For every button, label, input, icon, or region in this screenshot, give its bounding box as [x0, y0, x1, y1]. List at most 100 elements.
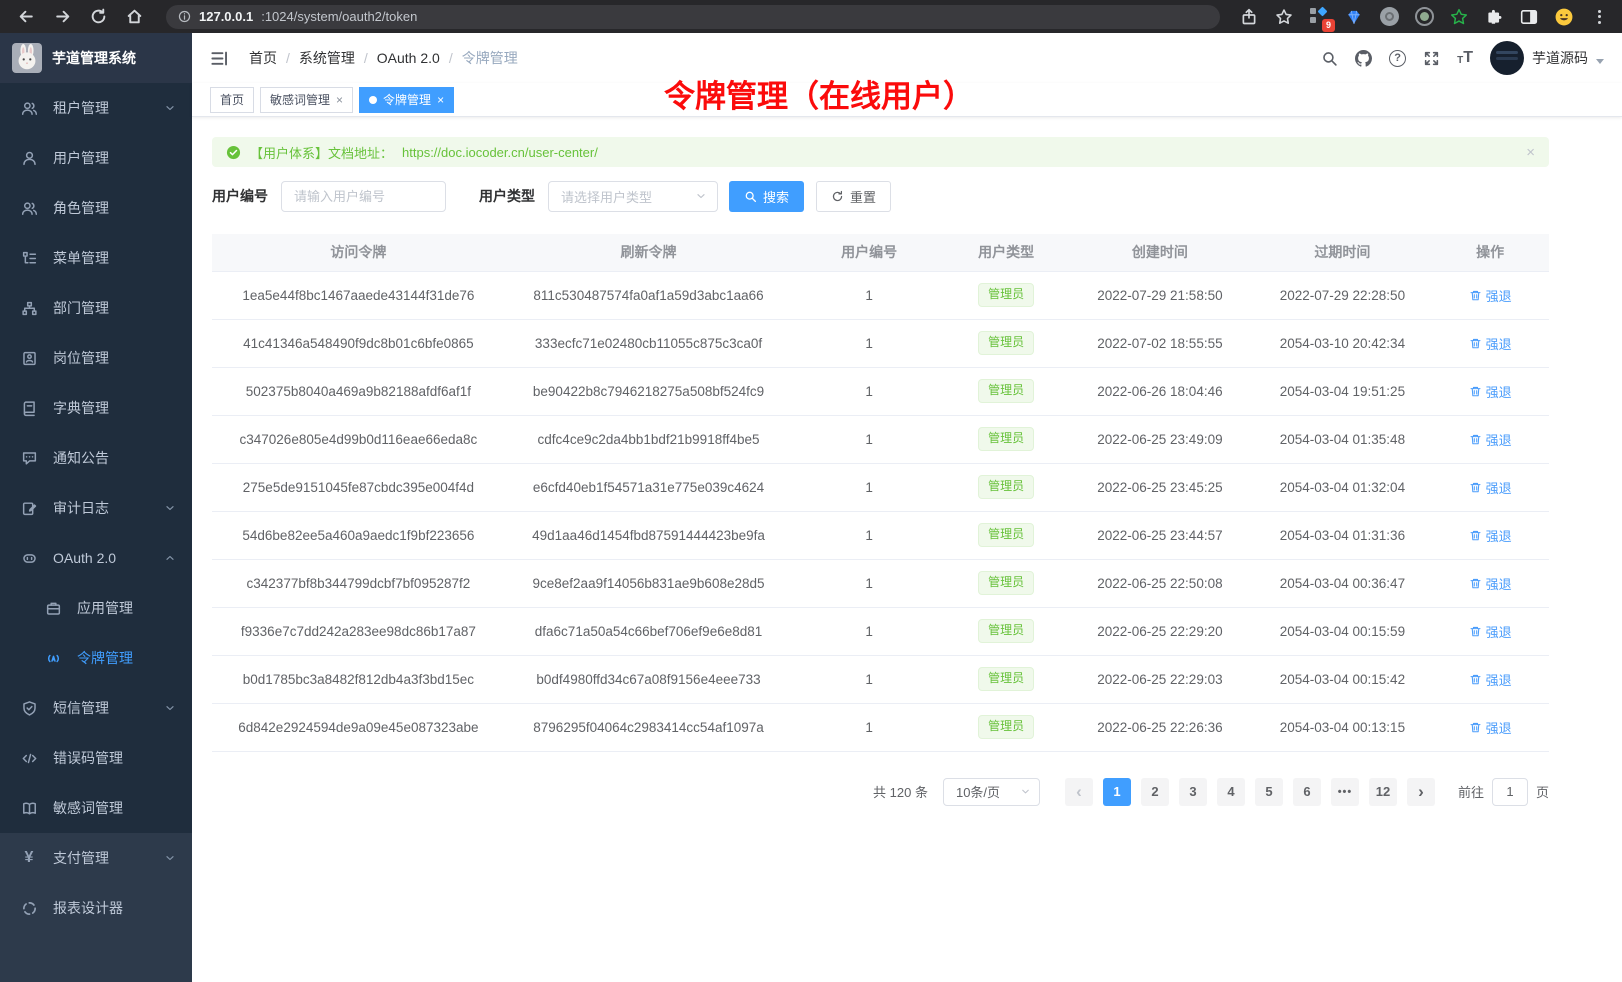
- sidebar-item-oauth[interactable]: OAuth 2.0: [0, 533, 192, 583]
- back-icon[interactable]: [12, 3, 40, 31]
- sidebar-item-tenant[interactable]: 租户管理: [0, 83, 192, 133]
- record-extension-icon[interactable]: [1413, 6, 1435, 28]
- extensions-puzzle-icon[interactable]: [1483, 6, 1505, 28]
- force-logout-button[interactable]: 强退: [1469, 622, 1512, 641]
- side-panel-icon[interactable]: [1518, 6, 1540, 28]
- force-logout-button[interactable]: 强退: [1469, 574, 1512, 593]
- refresh-token-cell: b0df4980ffd34c67a08f9156e4eee733: [505, 655, 792, 703]
- font-size-icon[interactable]: TT: [1457, 50, 1473, 66]
- page-button-1[interactable]: 1: [1103, 778, 1131, 806]
- tag-sensitive[interactable]: 敏感词管理×: [260, 87, 353, 113]
- page-content: 【用户体系】文档地址： https://doc.iocoder.cn/user-…: [192, 117, 1622, 982]
- green-star-extension-icon[interactable]: [1448, 6, 1470, 28]
- breadcrumb-oauth[interactable]: OAuth 2.0: [377, 50, 440, 66]
- force-logout-button[interactable]: 强退: [1469, 382, 1512, 401]
- sidebar-item-menu[interactable]: 菜单管理: [0, 233, 192, 283]
- browser-menu-icon[interactable]: [1588, 6, 1610, 28]
- user-id-input[interactable]: [281, 181, 446, 212]
- goto-page-input[interactable]: [1492, 778, 1528, 806]
- address-bar[interactable]: 127.0.0.1:1024/system/oauth2/token: [166, 5, 1220, 29]
- page-button-2[interactable]: 2: [1141, 778, 1169, 806]
- fullscreen-icon[interactable]: [1423, 50, 1440, 67]
- page-button-4[interactable]: 4: [1217, 778, 1245, 806]
- app-logo[interactable]: 芋道管理系统: [0, 33, 192, 83]
- force-logout-button[interactable]: 强退: [1469, 670, 1512, 689]
- browser-toolbar: 127.0.0.1:1024/system/oauth2/token 9: [0, 0, 1622, 33]
- sidebar-item-user[interactable]: 用户管理: [0, 133, 192, 183]
- sidebar-root-section: ¥ 支付管理 报表设计器: [0, 833, 192, 982]
- sidebar-item-pay[interactable]: ¥ 支付管理: [0, 833, 192, 883]
- page-button-12[interactable]: 12: [1369, 778, 1397, 806]
- collapse-sidebar-icon[interactable]: [210, 49, 229, 68]
- close-icon[interactable]: ×: [336, 94, 343, 106]
- page-button-3[interactable]: 3: [1179, 778, 1207, 806]
- tag-token[interactable]: 令牌管理×: [359, 87, 454, 113]
- user-type-cell: 管理员: [946, 319, 1066, 367]
- reset-button[interactable]: 重置: [816, 181, 891, 212]
- more-pages-button[interactable]: •••: [1331, 778, 1359, 806]
- sidebar-item-notice[interactable]: 通知公告: [0, 433, 192, 483]
- search-icon[interactable]: [1321, 50, 1338, 67]
- github-icon[interactable]: [1355, 50, 1372, 67]
- sidebar-item-dict[interactable]: 字典管理: [0, 383, 192, 433]
- page-size-select[interactable]: 10条/页: [943, 778, 1040, 806]
- access-token-cell: 54d6be82ee5a460a9aedc1f9bf223656: [212, 511, 505, 559]
- tag-home[interactable]: 首页: [210, 87, 254, 113]
- gem-extension-icon[interactable]: [1343, 6, 1365, 28]
- chevron-down-icon: [164, 702, 176, 714]
- gray-extension-icon[interactable]: [1378, 6, 1400, 28]
- alert-close-icon[interactable]: ×: [1526, 145, 1535, 160]
- sidebar-item-sensitive[interactable]: 敏感词管理: [0, 783, 192, 833]
- breadcrumb-home[interactable]: 首页: [249, 48, 277, 68]
- message-bubble-icon: [20, 449, 38, 467]
- sidebar-item-role[interactable]: 角色管理: [0, 183, 192, 233]
- user-type-select[interactable]: 请选择用户类型: [548, 181, 718, 212]
- sidebar-item-dept[interactable]: 部门管理: [0, 283, 192, 333]
- bookmark-star-icon[interactable]: [1273, 6, 1295, 28]
- expire-time-cell: 2054-03-04 00:15:42: [1254, 655, 1432, 703]
- create-time-cell: 2022-06-25 23:49:09: [1066, 415, 1253, 463]
- success-check-icon: [226, 145, 241, 160]
- user-type-badge: 管理员: [978, 619, 1034, 643]
- site-info-icon[interactable]: [178, 10, 191, 23]
- sidebar-item-errcode[interactable]: 错误码管理: [0, 733, 192, 783]
- share-icon[interactable]: [1238, 6, 1260, 28]
- sidebar-item-oauth-app[interactable]: 应用管理: [0, 583, 192, 633]
- sidebar-item-label: 字典管理: [53, 398, 109, 418]
- user-type-badge: 管理员: [978, 331, 1034, 355]
- sidebar-item-sms[interactable]: 短信管理: [0, 683, 192, 733]
- doc-link[interactable]: https://doc.iocoder.cn/user-center/: [402, 145, 598, 160]
- reload-icon[interactable]: [84, 3, 112, 31]
- sidebar-item-report[interactable]: 报表设计器: [0, 883, 192, 933]
- force-logout-button[interactable]: 强退: [1469, 430, 1512, 449]
- goto-label: 前往: [1458, 782, 1484, 801]
- expire-time-cell: 2054-03-04 00:36:47: [1254, 559, 1432, 607]
- table-row: 6d842e2924594de9a09e45e087323abe 8796295…: [212, 703, 1549, 751]
- sidebar-item-label: 角色管理: [53, 198, 109, 218]
- force-logout-button[interactable]: 强退: [1469, 526, 1512, 545]
- sidebar-item-audit[interactable]: 审计日志: [0, 483, 192, 533]
- search-button[interactable]: 搜索: [729, 181, 804, 212]
- force-logout-button[interactable]: 强退: [1469, 718, 1512, 737]
- prev-page-button[interactable]: ‹: [1065, 778, 1093, 806]
- force-logout-button[interactable]: 强退: [1469, 478, 1512, 497]
- breadcrumb-system[interactable]: 系统管理: [299, 48, 355, 68]
- force-logout-button[interactable]: 强退: [1469, 334, 1512, 353]
- force-logout-button[interactable]: 强退: [1469, 286, 1512, 305]
- page-button-6[interactable]: 6: [1293, 778, 1321, 806]
- help-icon[interactable]: ?: [1389, 50, 1406, 67]
- user-menu[interactable]: 芋道源码: [1490, 41, 1604, 75]
- sidebar-item-oauth-token[interactable]: 令牌管理: [0, 633, 192, 683]
- sidebar-item-post[interactable]: 岗位管理: [0, 333, 192, 383]
- extension-with-badge-icon[interactable]: 9: [1308, 6, 1330, 28]
- sidebar-item-label: OAuth 2.0: [53, 550, 116, 566]
- home-icon[interactable]: [120, 3, 148, 31]
- profile-avatar-icon[interactable]: [1553, 6, 1575, 28]
- close-icon[interactable]: ×: [437, 94, 444, 106]
- next-page-button[interactable]: ›: [1407, 778, 1435, 806]
- page-button-5[interactable]: 5: [1255, 778, 1283, 806]
- caret-down-icon: [1596, 59, 1604, 64]
- user-id-cell: 1: [792, 655, 946, 703]
- forward-icon[interactable]: [48, 3, 76, 31]
- sidebar-item-label: 令牌管理: [77, 648, 133, 668]
